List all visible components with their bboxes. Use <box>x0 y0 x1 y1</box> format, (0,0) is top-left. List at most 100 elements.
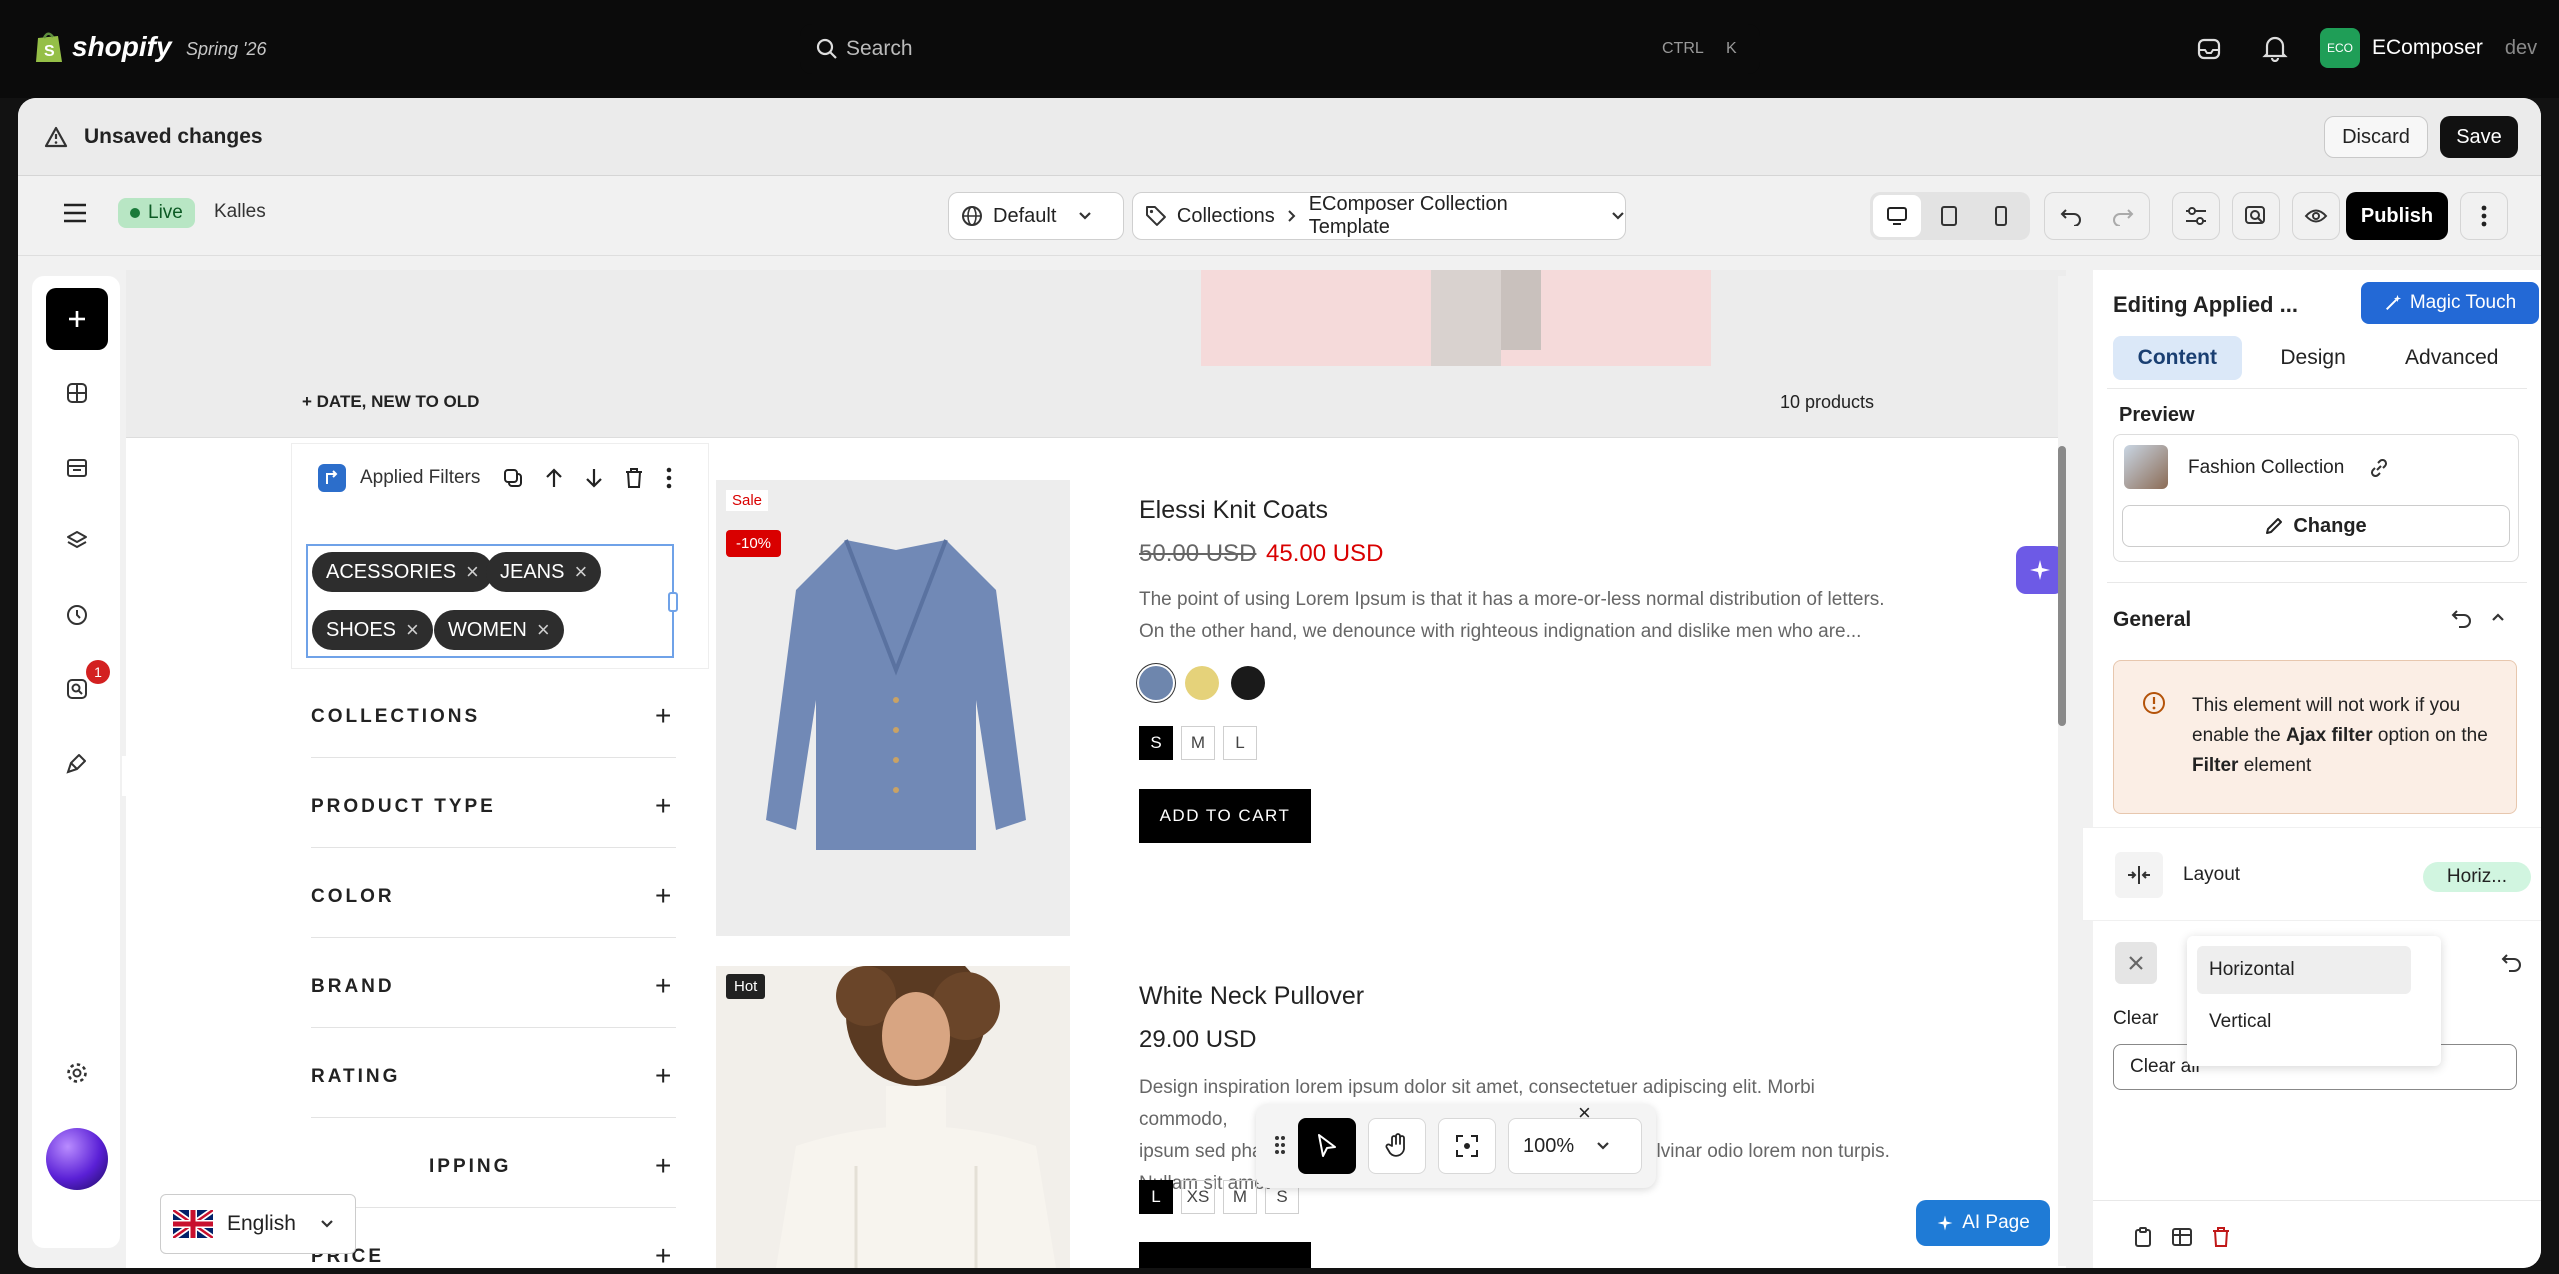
sort-dropdown[interactable]: + DATE, NEW TO OLD <box>302 392 479 412</box>
link-icon[interactable] <box>2370 459 2388 477</box>
filter-product-type[interactable]: PRODUCT TYPE + <box>311 758 676 848</box>
sidebar-layers-button[interactable] <box>46 510 108 572</box>
locale-dropdown[interactable]: Default <box>948 192 1124 240</box>
layout-dropdown[interactable]: Horiz... <box>2423 862 2531 892</box>
size-option[interactable]: XS <box>1181 1180 1215 1214</box>
ai-sparkle-button[interactable] <box>2016 546 2064 594</box>
ai-page-button[interactable]: AI Page <box>1916 1200 2050 1246</box>
discard-button[interactable]: Discard <box>2324 116 2428 158</box>
magic-touch-button[interactable]: Magic Touch <box>2361 282 2539 324</box>
chip-remove-icon[interactable]: × <box>537 617 550 643</box>
desktop-view-button[interactable] <box>1873 195 1921 237</box>
sidebar-style-button[interactable] <box>46 732 108 794</box>
expand-plus-icon[interactable]: + <box>655 1062 671 1090</box>
trash-icon[interactable] <box>624 467 644 489</box>
add-to-cart-button[interactable] <box>1139 1242 1311 1268</box>
sidebar-history-button[interactable] <box>46 584 108 646</box>
filter-chip[interactable]: ACESSORIES × <box>312 552 493 592</box>
swatch-black[interactable] <box>1231 666 1265 700</box>
expand-plus-icon[interactable]: + <box>655 1152 671 1180</box>
sidebar-sections-button[interactable] <box>46 362 108 424</box>
arrow-down-icon[interactable] <box>584 467 604 489</box>
add-to-cart-button[interactable]: ADD TO CART <box>1139 789 1311 843</box>
hamburger-menu-icon[interactable] <box>62 202 88 224</box>
expand-plus-icon[interactable]: + <box>655 792 671 820</box>
inbox-icon[interactable] <box>2196 36 2222 62</box>
product-title[interactable]: Elessi Knit Coats <box>1139 496 1328 525</box>
redo-icon[interactable] <box>2112 206 2134 226</box>
tablet-view-button[interactable] <box>1925 195 1973 237</box>
expand-plus-icon[interactable]: + <box>655 972 671 1000</box>
filter-price[interactable]: PRICE + <box>311 1208 676 1269</box>
hand-tool-button[interactable] <box>1368 1118 1426 1174</box>
shopify-logo[interactable]: S shopify <box>34 30 172 64</box>
option-horizontal[interactable]: Horizontal <box>2197 946 2411 994</box>
chip-remove-icon[interactable]: × <box>466 559 479 585</box>
duplicate-icon[interactable] <box>502 467 524 489</box>
applied-filters-block[interactable]: Applied Filters ACESSORIES × JEANS × SHOES… <box>292 444 708 668</box>
chip-remove-icon[interactable]: × <box>574 559 587 585</box>
filter-shipping[interactable]: IPPING + <box>311 1118 676 1208</box>
table-icon[interactable] <box>2171 1226 2193 1248</box>
bell-icon[interactable] <box>2262 34 2288 62</box>
expand-plus-icon[interactable]: + <box>655 882 671 910</box>
settings-sliders-button[interactable] <box>2172 192 2220 240</box>
drag-handle-icon[interactable] <box>1274 1134 1286 1156</box>
clear-icon-box[interactable] <box>2115 942 2157 984</box>
change-collection-button[interactable]: Change <box>2122 505 2510 547</box>
size-option[interactable]: S <box>1139 726 1173 760</box>
global-search-bar[interactable]: Search CTRL K <box>800 24 1760 74</box>
preview-button[interactable] <box>2292 192 2340 240</box>
filter-color[interactable]: COLOR + <box>311 848 676 938</box>
sidebar-issues-button[interactable]: 1 <box>46 658 110 720</box>
sidebar-settings-button[interactable] <box>46 1042 108 1104</box>
chip-remove-icon[interactable]: × <box>406 617 419 643</box>
publish-button[interactable]: Publish <box>2346 192 2448 240</box>
language-selector[interactable]: English <box>160 1194 356 1254</box>
swatch-yellow[interactable] <box>1185 666 1219 700</box>
size-option[interactable]: M <box>1181 726 1215 760</box>
clipboard-icon[interactable] <box>2133 1226 2153 1248</box>
filter-brand[interactable]: BRAND + <box>311 938 676 1028</box>
canvas-scrollbar[interactable] <box>2058 276 2066 1266</box>
scrollbar-thumb[interactable] <box>2058 446 2066 726</box>
mobile-view-button[interactable] <box>1977 195 2025 237</box>
size-option[interactable]: L <box>1139 1180 1173 1214</box>
filter-rating[interactable]: RATING + <box>311 1028 676 1118</box>
delete-icon[interactable] <box>2211 1226 2231 1248</box>
filter-collections[interactable]: COLLECTIONS + <box>311 668 676 758</box>
filter-chip[interactable]: WOMEN × <box>434 610 564 650</box>
ai-orb-avatar[interactable] <box>46 1128 108 1190</box>
sidebar-templates-button[interactable] <box>46 436 108 498</box>
tab-content[interactable]: Content <box>2113 336 2242 380</box>
swatch-blue[interactable] <box>1139 666 1173 700</box>
store-switcher[interactable]: ECO EComposer dev <box>2320 28 2537 68</box>
option-vertical[interactable]: Vertical <box>2197 998 2411 1046</box>
chevron-up-icon[interactable] <box>2491 612 2505 622</box>
size-option[interactable]: L <box>1223 726 1257 760</box>
add-element-button[interactable] <box>46 288 108 350</box>
fit-screen-button[interactable] <box>1438 1118 1496 1174</box>
resize-handle[interactable] <box>668 592 678 612</box>
expand-plus-icon[interactable]: + <box>655 1242 671 1269</box>
save-button[interactable]: Save <box>2440 116 2518 158</box>
reset-icon[interactable] <box>2451 608 2473 630</box>
unsaved-changes-bar: Unsaved changes Discard Save <box>18 98 2541 176</box>
filter-chip[interactable]: JEANS × <box>486 552 602 592</box>
more-options-button[interactable] <box>2460 192 2508 240</box>
kebab-menu-icon[interactable] <box>666 467 672 489</box>
select-tool-button[interactable] <box>1298 1118 1356 1174</box>
arrow-up-icon[interactable] <box>544 467 564 489</box>
undo-icon[interactable] <box>2060 206 2082 226</box>
expand-plus-icon[interactable]: + <box>655 702 671 730</box>
zoom-dropdown[interactable]: 100% <box>1508 1118 1642 1174</box>
size-option[interactable]: M <box>1223 1180 1257 1214</box>
reset-icon[interactable] <box>2501 952 2523 974</box>
tab-advanced[interactable]: Advanced <box>2384 336 2519 380</box>
product-image[interactable] <box>716 966 1070 1268</box>
filter-chip[interactable]: SHOES × <box>312 610 433 650</box>
inspect-button[interactable] <box>2232 192 2280 240</box>
template-breadcrumb[interactable]: Collections EComposer Collection Templat… <box>1132 192 1626 240</box>
product-title[interactable]: White Neck Pullover <box>1139 982 1364 1011</box>
tab-design[interactable]: Design <box>2252 336 2375 380</box>
